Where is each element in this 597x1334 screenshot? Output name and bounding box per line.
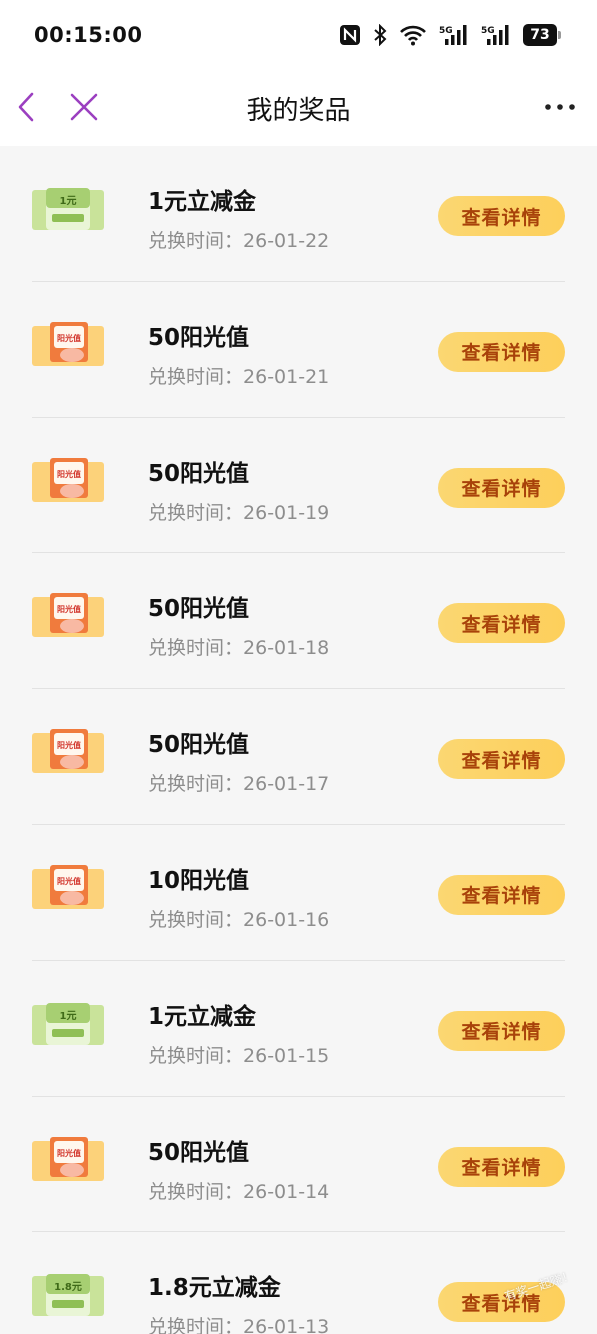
prize-title: 1.8元立减金 (148, 1275, 281, 1302)
svg-text:5G: 5G (481, 26, 495, 36)
signal-5g-icon: 5G (439, 24, 469, 46)
view-details-button[interactable]: 查看详情 (438, 739, 565, 780)
view-details-button[interactable]: 查看详情 (438, 196, 565, 236)
exchange-time: 兑换时间：26-01-13 (148, 1312, 329, 1334)
sunshine-points-thumbnail-icon: 阳光值 (32, 1136, 104, 1183)
view-details-button[interactable]: 查看详情 (438, 874, 565, 915)
view-details-button[interactable]: 查看详情 (438, 1146, 565, 1187)
svg-text:阳光值: 阳光值 (57, 740, 81, 750)
prize-list: 1元 1元立减金 兑换时间：26-01-22 查看详情 阳光值 50阳光值 兑换… (0, 146, 597, 1334)
status-bar: 00:15:00 5G 5G 73 (0, 0, 597, 70)
coupon-thumbnail-icon: 1.8元 (32, 1272, 104, 1318)
exchange-time-label: 兑换时间： (148, 1180, 244, 1203)
prize-title: 10阳光值 (148, 867, 250, 894)
status-time: 00:15:00 (34, 23, 143, 47)
signal-5g-icon: 5G (481, 24, 511, 46)
prize-title: 1元立减金 (148, 1003, 257, 1030)
page-title: 我的奖品 (246, 96, 351, 126)
exchange-time-value: 26-01-19 (243, 501, 330, 524)
exchange-time: 兑换时间：26-01-15 (148, 1041, 329, 1068)
status-icons: 5G 5G 73 (339, 22, 561, 48)
prize-title: 50阳光值 (148, 596, 250, 623)
prize-title: 1元立减金 (148, 189, 257, 215)
exchange-time-value: 26-01-13 (243, 1316, 330, 1334)
prize-title: 50阳光值 (148, 460, 250, 487)
exchange-time: 兑换时间：26-01-22 (148, 226, 329, 253)
exchange-time: 兑换时间：26-01-17 (148, 769, 329, 796)
bluetooth-icon (373, 24, 387, 46)
exchange-time-value: 26-01-21 (243, 365, 330, 388)
view-details-button[interactable]: 查看详情 (438, 1010, 565, 1051)
exchange-time-label: 兑换时间： (148, 1044, 244, 1067)
exchange-time-value: 26-01-17 (243, 773, 330, 796)
list-item: 1元 1元立减金 兑换时间：26-01-15 查看详情 (0, 961, 597, 1097)
sunshine-points-thumbnail-icon: 阳光值 (32, 864, 104, 911)
nav-bar: 我的奖品 (0, 70, 597, 146)
coupon-thumbnail-icon: 1元 (32, 1001, 104, 1047)
list-item: 阳光值 50阳光值 兑换时间：26-01-14 查看详情 (0, 1097, 597, 1233)
svg-text:阳光值: 阳光值 (57, 333, 81, 343)
list-item: 阳光值 50阳光值 兑换时间：26-01-19 查看详情 (0, 418, 597, 554)
exchange-time: 兑换时间：26-01-19 (148, 498, 329, 525)
list-item: 阳光值 50阳光值 兑换时间：26-01-21 查看详情 (0, 282, 597, 418)
list-item: 阳光值 10阳光值 兑换时间：26-01-16 查看详情 (0, 825, 597, 961)
exchange-time-value: 26-01-16 (243, 908, 330, 931)
exchange-time-value: 26-01-15 (243, 1044, 330, 1067)
exchange-time-label: 兑换时间： (148, 1316, 244, 1334)
svg-text:阳光值: 阳光值 (57, 604, 81, 614)
sunshine-points-thumbnail-icon: 阳光值 (32, 593, 104, 639)
exchange-time-label: 兑换时间： (148, 501, 244, 524)
battery-level: 73 (523, 24, 557, 46)
exchange-time: 兑换时间：26-01-18 (148, 633, 329, 660)
exchange-time-label: 兑换时间： (148, 773, 244, 796)
list-item: 1.8元 1.8元立减金 兑换时间：26-01-13 查看详情 (0, 1232, 597, 1334)
exchange-time: 兑换时间：26-01-21 (148, 362, 329, 389)
list-item: 1元 1元立减金 兑换时间：26-01-22 查看详情 (0, 146, 597, 282)
exchange-time: 兑换时间：26-01-16 (148, 905, 329, 932)
prize-title: 50阳光值 (148, 732, 250, 759)
view-details-button[interactable]: 查看详情 (438, 467, 565, 508)
prize-title: 50阳光值 (148, 324, 250, 351)
nfc-icon (339, 24, 361, 46)
prize-title: 50阳光值 (148, 1139, 250, 1166)
exchange-time-label: 兑换时间： (148, 637, 244, 660)
exchange-time-label: 兑换时间： (148, 230, 244, 252)
exchange-time-label: 兑换时间： (148, 908, 244, 931)
battery-icon: 73 (523, 24, 561, 46)
svg-text:阳光值: 阳光值 (57, 469, 81, 479)
sunshine-points-thumbnail-icon: 阳光值 (32, 729, 104, 775)
exchange-time: 兑换时间：26-01-14 (148, 1177, 329, 1204)
exchange-time-value: 26-01-18 (243, 637, 330, 660)
more-dots-icon[interactable] (543, 92, 577, 122)
view-details-button[interactable]: 查看详情 (438, 603, 565, 644)
sunshine-points-thumbnail-icon: 阳光值 (32, 321, 104, 368)
view-details-button[interactable]: 查看详情 (438, 331, 565, 372)
exchange-time-value: 26-01-22 (243, 230, 330, 252)
svg-text:1元: 1元 (60, 195, 77, 207)
svg-text:阳光值: 阳光值 (57, 1148, 81, 1158)
list-item: 阳光值 50阳光值 兑换时间：26-01-18 查看详情 (0, 553, 597, 690)
svg-text:阳光值: 阳光值 (57, 876, 81, 886)
exchange-time-value: 26-01-14 (243, 1180, 330, 1203)
sunshine-points-thumbnail-icon: 阳光值 (32, 457, 104, 504)
exchange-time-label: 兑换时间： (148, 365, 244, 388)
svg-text:5G: 5G (439, 26, 453, 36)
svg-text:1.8元: 1.8元 (54, 1281, 82, 1293)
coupon-thumbnail-icon: 1元 (32, 186, 104, 232)
list-item: 阳光值 50阳光值 兑换时间：26-01-17 查看详情 (0, 689, 597, 825)
wifi-icon (399, 24, 427, 46)
svg-text:1元: 1元 (60, 1010, 77, 1022)
